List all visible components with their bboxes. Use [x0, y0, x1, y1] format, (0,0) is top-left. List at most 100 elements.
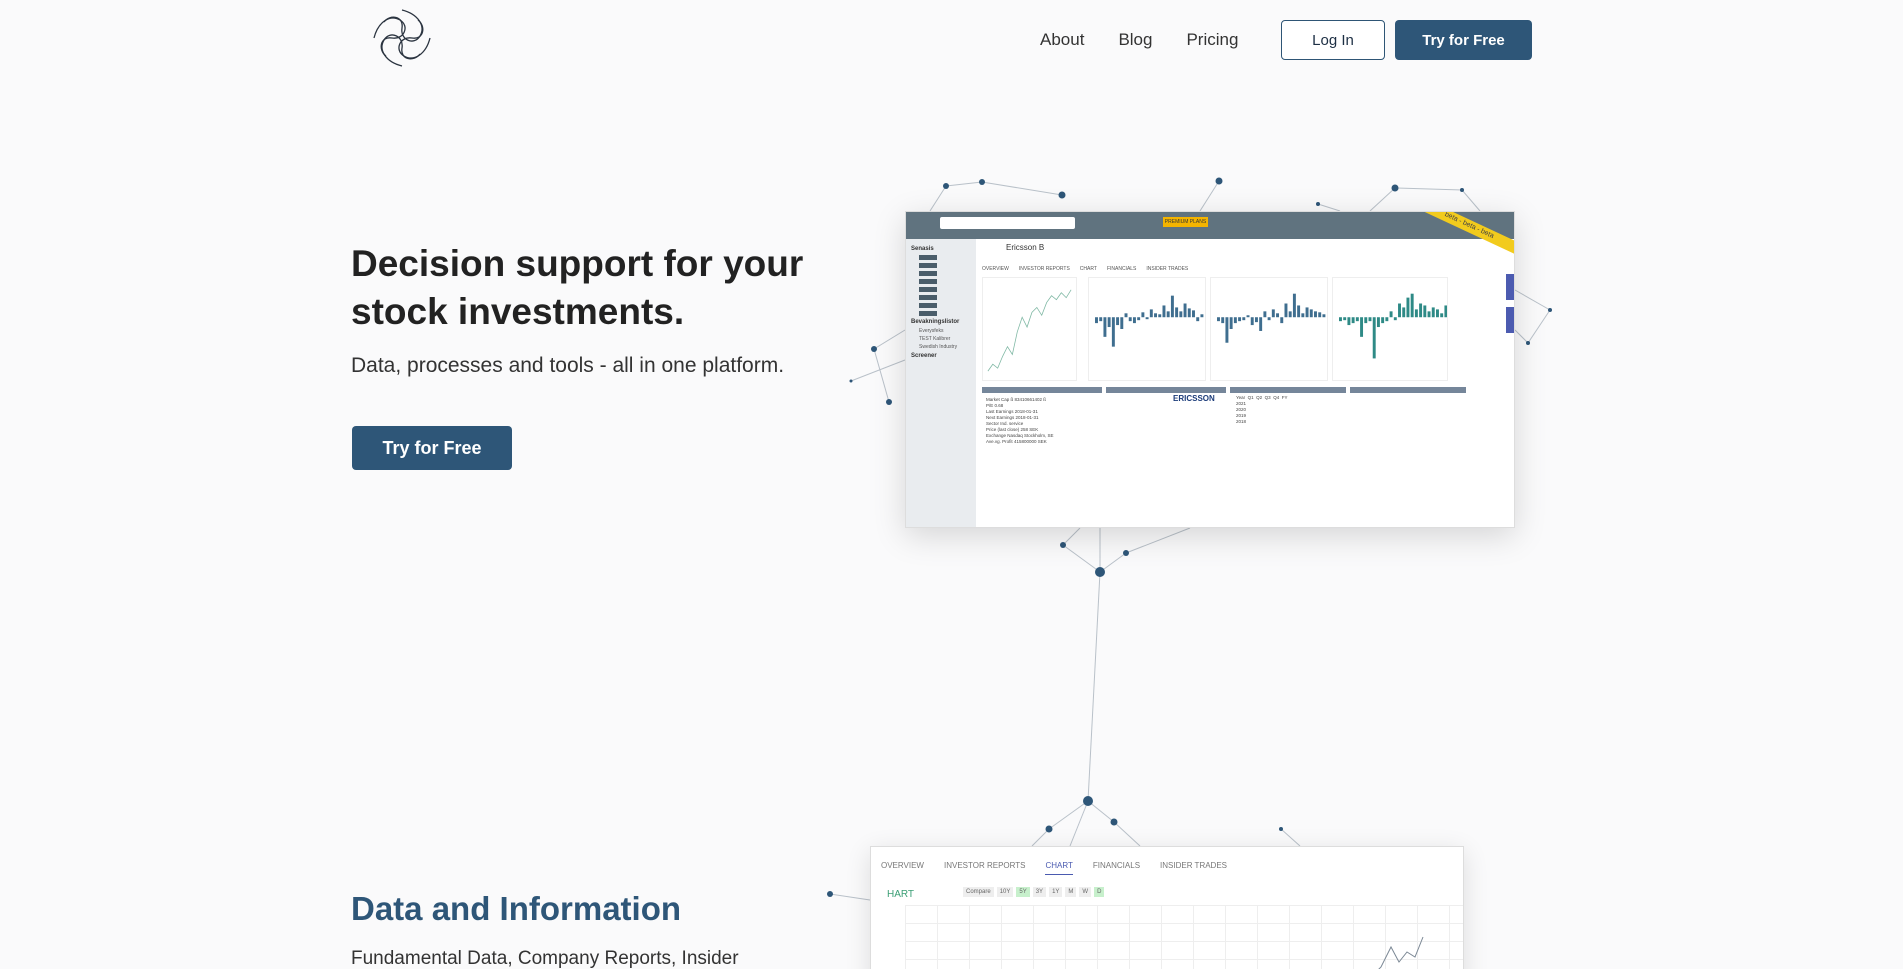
- mini-bar: [1187, 308, 1191, 318]
- mini-bar: [1435, 309, 1439, 318]
- mini-bar: [1229, 317, 1233, 329]
- mini-bar: [1246, 315, 1250, 318]
- mini-bar: [1271, 309, 1275, 318]
- sidebar-section-screener: Screener: [911, 353, 937, 359]
- company-name: Ericsson B: [1006, 243, 1045, 252]
- preview-side-tab: [1506, 274, 1514, 300]
- preview-main: Ericsson B OVERVIEW INVESTOR REPORTS CHA…: [978, 239, 1514, 527]
- mini-bar: [1154, 313, 1158, 318]
- mini-bar: [1368, 317, 1372, 322]
- ericsson-logo: ERICSSON: [1173, 394, 1215, 403]
- preview-search-input: [940, 217, 1075, 229]
- mini-bar: [1162, 305, 1166, 318]
- mini-bar: [1196, 317, 1200, 322]
- mini-bar: [1427, 311, 1431, 318]
- mini-bar: [1166, 311, 1170, 318]
- mini-bar: [1431, 307, 1435, 318]
- mini-bar: [1444, 305, 1447, 318]
- hero-subtitle: Data, processes and tools - all in one p…: [351, 354, 785, 377]
- chart-label: HART: [887, 889, 915, 900]
- company-info-header: [982, 387, 1102, 393]
- nav-about-link[interactable]: About: [1040, 30, 1084, 50]
- tab-insider-trades: INSIDER TRADES: [1160, 861, 1228, 870]
- tab-investor-reports: INVESTOR REPORTS: [1018, 266, 1070, 272]
- range-1y: 1Y: [1049, 887, 1063, 897]
- mini-bar: [1393, 317, 1397, 321]
- compare-toggle: Compare: [963, 887, 994, 897]
- reports-table: Year Q1 Q2 Q3 Q4 FY 2021 2020 2019 2018: [1236, 395, 1288, 424]
- mini-bar: [1149, 309, 1153, 318]
- mini-bar: [1343, 317, 1347, 321]
- mini-bar: [1192, 310, 1195, 318]
- range-5y: 5Y: [1016, 887, 1030, 897]
- tab-chart: CHART: [1045, 861, 1073, 875]
- preview-tabs: OVERVIEW INVESTOR REPORTS CHART FINANCIA…: [982, 266, 1198, 272]
- mini-bar: [1179, 311, 1183, 318]
- mini-bar: [1305, 307, 1309, 318]
- mini-bar: [1132, 317, 1136, 324]
- login-button[interactable]: Log In: [1281, 20, 1385, 60]
- mini-bar: [1309, 309, 1313, 318]
- mini-bar: [1389, 311, 1393, 318]
- sidebar-section-watchlists: Bevakningslistor: [911, 319, 960, 325]
- try-free-hero-button[interactable]: Try for Free: [352, 426, 512, 470]
- mini-bar: [1145, 317, 1149, 320]
- mini-bar: [1406, 297, 1410, 318]
- mini-bar: [1103, 317, 1107, 337]
- mini-bar: [1339, 317, 1342, 322]
- range-selector: Compare 10Y 5Y 3Y 1Y M W D: [963, 887, 1107, 897]
- about-header: [1106, 387, 1226, 393]
- mini-bar: [1120, 317, 1124, 329]
- tab-overview: OVERVIEW: [881, 861, 924, 870]
- mini-bar: [1259, 317, 1263, 331]
- mini-bar: [1250, 317, 1254, 326]
- bar-chart-3: [1332, 277, 1448, 381]
- app-preview-chart: OVERVIEW INVESTOR REPORTS CHART FINANCIA…: [870, 846, 1464, 969]
- mini-bar: [1217, 317, 1220, 322]
- mini-bar: [1419, 303, 1423, 318]
- mini-bar: [1200, 314, 1204, 318]
- mini-bar: [1360, 317, 1364, 337]
- mini-bar: [1372, 317, 1376, 359]
- knot-logo-icon[interactable]: [370, 6, 434, 70]
- preview-side-tab: [1506, 307, 1514, 333]
- watchlist-item: Everysfeks: [919, 328, 944, 334]
- price-line-chart: [982, 277, 1077, 381]
- app-preview-overview: PREMIUM PLANS beta - beta - beta Senasis…: [905, 211, 1515, 528]
- mini-bar: [1183, 303, 1187, 318]
- mini-bar: [1238, 317, 1242, 322]
- mini-bar: [1137, 317, 1141, 321]
- mini-bar: [1170, 295, 1174, 318]
- tab-overview: OVERVIEW: [982, 266, 1009, 272]
- mini-bar: [1107, 317, 1111, 328]
- hero-title: Decision support for your stock investme…: [351, 243, 804, 332]
- section-data-title: Data and Information: [351, 890, 682, 927]
- mini-bar: [1440, 313, 1444, 318]
- period-w: W: [1079, 887, 1092, 897]
- mini-bar: [1318, 312, 1322, 318]
- try-free-nav-button[interactable]: Try for Free: [1395, 20, 1532, 60]
- mini-bar: [1233, 317, 1237, 324]
- range-10y: 10Y: [996, 887, 1014, 897]
- chart-price-line: [1378, 936, 1424, 969]
- nav-pricing-link[interactable]: Pricing: [1186, 30, 1238, 50]
- preview-topbar: PREMIUM PLANS beta - beta - beta: [906, 212, 1514, 259]
- mini-bar: [1124, 313, 1128, 318]
- mini-bar: [1297, 305, 1301, 318]
- premium-badge: PREMIUM PLANS: [1163, 217, 1208, 227]
- mini-bar: [1381, 317, 1385, 324]
- mini-bar: [1175, 307, 1179, 318]
- mini-bar: [1263, 311, 1267, 318]
- tab-financials: FINANCIALS: [1106, 266, 1137, 272]
- mini-bar: [1225, 317, 1229, 343]
- bar-chart-1: [1088, 277, 1206, 381]
- mini-bar: [1128, 317, 1132, 322]
- mini-bar: [1158, 314, 1162, 318]
- nav-blog-link[interactable]: Blog: [1118, 30, 1152, 50]
- mini-bar: [1398, 303, 1401, 318]
- mini-bar: [1414, 309, 1418, 318]
- mini-bar: [1410, 293, 1414, 318]
- section-data-subtitle: Fundamental Data, Company Reports, Insid…: [351, 948, 739, 969]
- period-d: D: [1094, 887, 1105, 897]
- company-info-list: Market Cap ß 83410661402 ß P/E 0.68 Last…: [986, 397, 1054, 444]
